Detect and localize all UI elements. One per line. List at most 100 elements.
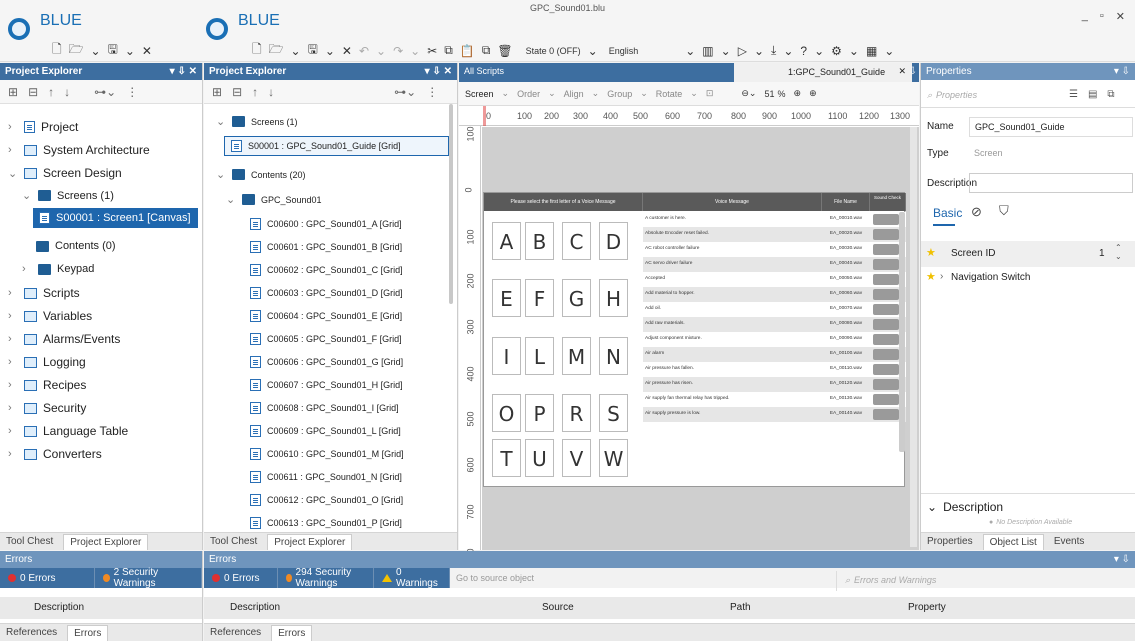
state-select[interactable]: State 0 (OFF) bbox=[526, 46, 581, 56]
letter-key[interactable]: M bbox=[562, 337, 591, 375]
chevron-right-icon[interactable]: › bbox=[8, 379, 18, 391]
tree-item-converters[interactable]: › Converters bbox=[8, 447, 102, 461]
shield-icon[interactable]: ⛉ bbox=[999, 203, 1009, 219]
sound-check-button[interactable] bbox=[873, 243, 899, 255]
zoom-in-icon[interactable]: ⊕ bbox=[794, 88, 802, 99]
description-section[interactable]: ⌄ Description bbox=[927, 500, 1003, 514]
table-row[interactable]: Air supply fan thermal relay has tripped… bbox=[643, 392, 906, 407]
chevron-down-icon[interactable]: ⌄ bbox=[783, 44, 793, 58]
mid-tree-group[interactable]: ⌄ GPC_Sound01 bbox=[226, 193, 322, 206]
chevron-down-icon[interactable]: ⌄ bbox=[216, 168, 226, 181]
expand-icon[interactable]: ⊞ bbox=[8, 85, 18, 99]
go-to-source-button[interactable]: Go to source object bbox=[456, 573, 534, 583]
letter-key[interactable]: S bbox=[599, 394, 628, 432]
chevron-down-icon[interactable]: ⌄ bbox=[502, 88, 510, 99]
more-icon[interactable]: ⋮ bbox=[426, 85, 438, 99]
screen-dropdown[interactable]: Screen bbox=[465, 89, 494, 99]
save-icon[interactable]: 🖫 bbox=[308, 40, 318, 61]
list-item[interactable]: C00607 : GPC_Sound01_H [Grid] bbox=[250, 379, 403, 391]
window-controls[interactable]: _ ▫ ✕ bbox=[1082, 10, 1125, 23]
more-icon[interactable]: ⋮ bbox=[126, 85, 138, 99]
pin-icon[interactable]: ▾ ⇩ ✕ bbox=[425, 63, 452, 80]
layout-icon[interactable]: ▥ bbox=[702, 44, 713, 58]
pin-icon[interactable]: ▾ ⇩ bbox=[1114, 551, 1130, 568]
tree-item-project[interactable]: › Project bbox=[8, 120, 78, 134]
tree-item-variables[interactable]: › Variables bbox=[8, 309, 92, 323]
letter-key[interactable]: B bbox=[525, 222, 554, 260]
redo-icon[interactable]: ↷ bbox=[393, 44, 403, 58]
sound-check-button[interactable] bbox=[873, 393, 899, 405]
tab-tool-chest[interactable]: Tool Chest bbox=[210, 536, 257, 547]
letter-key[interactable]: R bbox=[562, 394, 591, 432]
table-row[interactable]: Add oil. EA_00070.wav bbox=[643, 302, 906, 317]
chevron-down-icon[interactable]: ⌄ bbox=[927, 500, 937, 514]
sound-check-button[interactable] bbox=[873, 288, 899, 300]
letter-key[interactable]: A bbox=[492, 222, 521, 260]
close-tab-icon[interactable]: ✕ bbox=[898, 66, 906, 77]
list-item[interactable]: C00608 : GPC_Sound01_I [Grid] bbox=[250, 402, 399, 414]
list-item[interactable]: C00600 : GPC_Sound01_A [Grid] bbox=[250, 218, 402, 230]
sound-check-button[interactable] bbox=[873, 213, 899, 225]
security-filter-button[interactable]: 294 Security Warnings bbox=[278, 567, 374, 589]
tools-icon[interactable]: ⚙ bbox=[831, 44, 842, 58]
letter-key[interactable]: O bbox=[492, 394, 521, 432]
chevron-down-icon[interactable]: ⌄ bbox=[226, 193, 236, 206]
letter-key[interactable]: P bbox=[525, 394, 554, 432]
filter-icon[interactable]: ⊶⌄ bbox=[94, 85, 116, 99]
list-item[interactable]: C00611 : GPC_Sound01_N [Grid] bbox=[250, 471, 402, 483]
chevron-down-icon[interactable]: ⌄ bbox=[125, 44, 135, 58]
letter-key[interactable]: F bbox=[525, 279, 554, 317]
chevron-down-icon[interactable]: ⌄ bbox=[91, 44, 101, 58]
letter-key[interactable]: D bbox=[599, 222, 628, 260]
chevron-right-icon[interactable]: › bbox=[940, 271, 943, 282]
editor-scrollbar[interactable] bbox=[910, 127, 917, 547]
chevron-down-icon[interactable]: ⌄ bbox=[22, 189, 32, 202]
voice-message-grid[interactable]: Please select the first letter of a Voic… bbox=[483, 192, 906, 487]
prop-description-field[interactable] bbox=[969, 173, 1133, 193]
collapse-icon[interactable]: ⊟ bbox=[28, 85, 38, 99]
sound-check-button[interactable] bbox=[873, 258, 899, 270]
letter-key[interactable]: H bbox=[599, 279, 628, 317]
sound-check-button[interactable] bbox=[873, 333, 899, 345]
tab-screen-guide[interactable]: 1:GPC_Sound01_Guide ✕ bbox=[734, 63, 912, 82]
paste-icon[interactable]: 📋 bbox=[460, 44, 475, 58]
zoom-out-icon[interactable]: ⊖⌄ bbox=[741, 88, 756, 99]
tab-references[interactable]: References bbox=[210, 627, 261, 638]
chevron-down-icon[interactable]: ⌄ bbox=[548, 88, 556, 99]
save-icon[interactable]: 🖫 bbox=[108, 40, 118, 61]
chevron-down-icon[interactable]: ⌄ bbox=[685, 44, 695, 58]
chevron-right-icon[interactable]: › bbox=[8, 144, 18, 156]
col-property[interactable]: Property bbox=[908, 602, 946, 613]
tab-menu-icon[interactable]: ⇩ bbox=[909, 66, 917, 77]
tree-item-language-table[interactable]: › Language Table bbox=[8, 424, 128, 438]
warnings-filter-button[interactable]: 0 Warnings bbox=[374, 567, 450, 589]
new-file-icon[interactable]: 🗋 bbox=[252, 40, 262, 61]
errors-search[interactable]: ⌕ Errors and Warnings bbox=[836, 571, 1132, 591]
tree-item-security[interactable]: › Security bbox=[8, 401, 86, 415]
letter-key[interactable]: C bbox=[562, 222, 591, 260]
tree-item-screens[interactable]: ⌄ Screens (1) bbox=[22, 189, 114, 203]
chevron-right-icon[interactable]: › bbox=[8, 402, 18, 414]
chevron-down-icon[interactable]: ⌄ bbox=[325, 44, 335, 58]
open-file-icon[interactable]: 🗁 bbox=[269, 40, 284, 61]
maximize-button[interactable]: ▫ bbox=[1100, 10, 1104, 23]
grid-scrollbar[interactable] bbox=[899, 212, 905, 452]
properties-search[interactable]: ⌕ Properties bbox=[927, 86, 1057, 104]
letter-key[interactable]: L bbox=[525, 337, 554, 375]
list-item[interactable]: C00605 : GPC_Sound01_F [Grid] bbox=[250, 333, 402, 345]
col-description[interactable]: Description bbox=[230, 602, 280, 613]
help-icon[interactable]: ? bbox=[800, 44, 807, 58]
tab-errors[interactable]: Errors bbox=[271, 624, 313, 641]
tab-project-explorer[interactable]: Project Explorer bbox=[63, 533, 149, 550]
mid-tree-contents[interactable]: ⌄ Contents (20) bbox=[216, 168, 306, 181]
chevron-down-icon[interactable]: ⌄ bbox=[690, 88, 698, 99]
rotate-dropdown[interactable]: Rotate bbox=[656, 89, 683, 99]
chevron-down-icon[interactable]: ⌄ bbox=[754, 44, 764, 58]
sound-check-button[interactable] bbox=[873, 228, 899, 240]
chevron-right-icon[interactable]: › bbox=[8, 310, 18, 322]
tab-properties[interactable]: Properties bbox=[927, 536, 973, 547]
sound-check-button[interactable] bbox=[873, 378, 899, 390]
tab-errors[interactable]: Errors bbox=[67, 624, 109, 641]
download-icon[interactable]: ⤓ bbox=[771, 43, 776, 58]
align-dropdown[interactable]: Align bbox=[564, 89, 584, 99]
